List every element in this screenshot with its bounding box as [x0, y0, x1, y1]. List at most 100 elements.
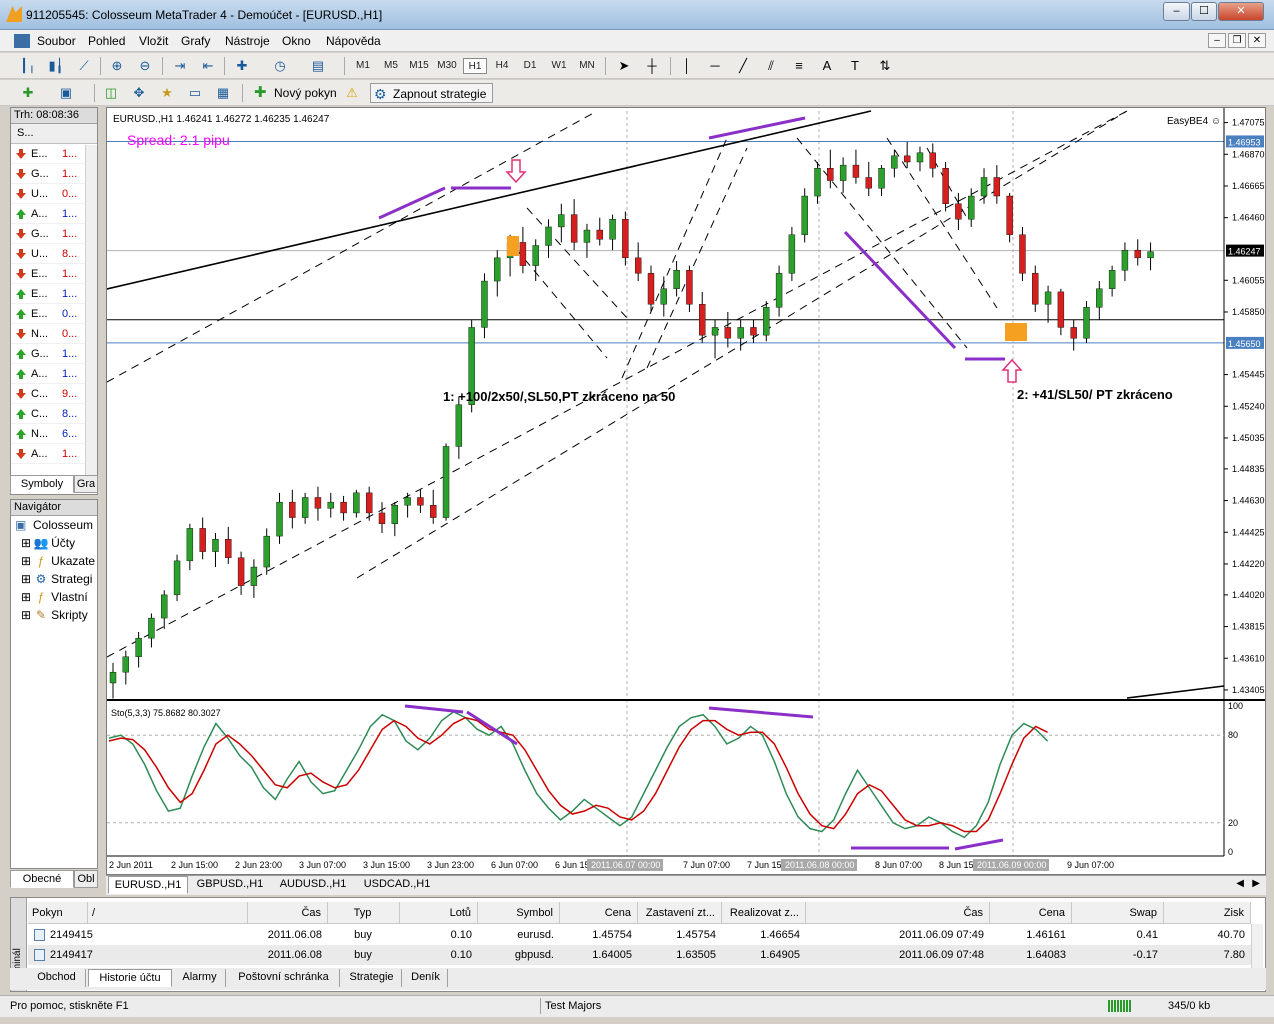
new-chart-icon[interactable]: ✚ [18, 84, 38, 102]
navigator-item[interactable]: ⊞ ⚙ Strategi [11, 570, 97, 588]
bar-chart-icon[interactable]: ┃╷ [18, 57, 38, 75]
menu-file[interactable]: Soubor [37, 34, 76, 48]
expand-icon[interactable]: ⊞ [21, 590, 31, 604]
terminal-tab[interactable]: Alarmy [174, 969, 226, 987]
menu-charts[interactable]: Grafy [181, 34, 210, 48]
chart-window[interactable]: EURUSD.,H1 1.46241 1.46272 1.46235 1.462… [106, 107, 1266, 875]
terminal-column-header[interactable]: Čas [248, 902, 328, 924]
equidistant-channel-icon[interactable]: ⫽ [761, 57, 781, 75]
line-chart-icon[interactable]: ⟋ [74, 57, 94, 75]
expand-icon[interactable]: ⊞ [21, 554, 31, 568]
navigator-item[interactable]: ⊞ ✎ Skripty [11, 606, 97, 624]
indicators-icon[interactable]: ✚ [232, 57, 252, 75]
terminal-icon[interactable]: ▭ [185, 84, 205, 102]
terminal-column-header[interactable]: / [88, 902, 248, 924]
cursor-icon[interactable]: ➤ [614, 57, 634, 75]
terminal-column-header[interactable]: Lotů [400, 902, 478, 924]
timeframe-m30[interactable]: M30 [434, 58, 460, 74]
price-chart[interactable]: EURUSD.,H1 1.46241 1.46272 1.46235 1.462… [106, 108, 1265, 874]
trendline-icon[interactable]: ╱ [733, 57, 753, 75]
timeframe-d1[interactable]: D1 [519, 58, 541, 74]
terminal-tab[interactable]: Historie účtu [88, 969, 172, 987]
navigator-item[interactable]: ⊞ 👥 Účty [11, 534, 97, 552]
text-icon[interactable]: A [817, 57, 837, 75]
menu-window[interactable]: Okno [282, 34, 311, 48]
terminal-column-header[interactable]: Symbol [478, 902, 560, 924]
terminal-tab[interactable]: Poštovní schránka [228, 969, 340, 987]
data-window-icon[interactable]: ✥ [129, 84, 149, 102]
menu-insert[interactable]: Vložit [139, 34, 168, 48]
menu-help[interactable]: Nápověda [326, 34, 381, 48]
maximize-button[interactable]: ☐ [1191, 2, 1217, 21]
navigator-item[interactable]: ⊞ ƒ Ukazate [11, 552, 97, 570]
new-order-button[interactable]: ✚ Nový pokyn [252, 83, 337, 103]
arrows-icon[interactable]: ⇅ [875, 57, 895, 75]
navigator-item[interactable]: ⊞ ƒ Vlastní [11, 588, 97, 606]
chart-shift-icon[interactable]: ⇤ [198, 57, 218, 75]
minimize-button[interactable]: – [1163, 2, 1190, 21]
terminal-column-header[interactable]: Cena [990, 902, 1072, 924]
terminal-column-header[interactable]: Zastavení zt... [638, 902, 722, 924]
terminal-column-header[interactable]: Swap [1072, 902, 1164, 924]
terminal-column-header[interactable]: Realizovat z... [722, 902, 806, 924]
mdi-minimize-button[interactable]: – [1208, 33, 1226, 48]
market-watch-column-symbol[interactable]: S... [11, 124, 97, 144]
menu-view[interactable]: Pohled [88, 34, 125, 48]
zoom-in-icon[interactable]: ⊕ [107, 57, 127, 75]
terminal-column-header[interactable]: Čas [806, 902, 990, 924]
chart-tab-eurusd[interactable]: EURUSD.,H1 [108, 876, 188, 894]
timeframe-h4[interactable]: H4 [491, 58, 513, 74]
tab-scroll-right-icon[interactable]: ▶ [1252, 878, 1260, 889]
timeframe-m1[interactable]: M1 [352, 58, 374, 74]
menu-tools[interactable]: Nástroje [225, 34, 270, 48]
expand-icon[interactable]: ⊞ [21, 608, 31, 622]
terminal-cell-ticket: 2149415 [50, 929, 93, 941]
profiles-icon[interactable]: ▣ [56, 84, 76, 102]
periods-icon[interactable]: ◷ [270, 57, 290, 75]
close-button[interactable]: ✕ [1218, 2, 1264, 21]
terminal-row[interactable]: 2149417 2011.06.08 23:31 buy 0.10 gbpusd. 1.6… [28, 945, 1251, 981]
terminal-column-header[interactable]: Typ [328, 902, 400, 924]
navigator-root[interactable]: ▣ Colosseum [11, 516, 97, 534]
timeframe-mn[interactable]: MN [575, 58, 599, 74]
strategy-tester-icon[interactable]: ▦ [213, 84, 233, 102]
market-watch-scrollbar[interactable] [85, 145, 97, 475]
timeframe-m15[interactable]: M15 [406, 58, 432, 74]
horizontal-line-icon[interactable]: ─ [705, 57, 725, 75]
chart-tab-gbpusd[interactable]: GBPUSD.,H1 [190, 876, 270, 894]
terminal-scrollbar[interactable] [1251, 924, 1263, 968]
navigator-icon[interactable]: ★ [157, 84, 177, 102]
chart-tab-audusd[interactable]: AUDUSD.,H1 [272, 876, 354, 894]
terminal-tab[interactable]: Strategie [342, 969, 402, 987]
timeframe-m5[interactable]: M5 [380, 58, 402, 74]
tab-favorites[interactable]: Obl [74, 870, 98, 888]
zoom-out-icon[interactable]: ⊖ [135, 57, 155, 75]
market-watch-icon[interactable]: ◫ [101, 84, 121, 102]
templates-icon[interactable]: ▤ [308, 57, 328, 75]
timeframe-w1[interactable]: W1 [547, 58, 571, 74]
mdi-restore-button[interactable]: ❐ [1228, 33, 1246, 48]
tab-common[interactable]: Obecné [10, 870, 74, 888]
tab-scroll-left-icon[interactable]: ◀ [1236, 878, 1244, 889]
terminal-tab[interactable]: Obchod [28, 969, 86, 987]
fibonacci-icon[interactable]: ≡ [789, 57, 809, 75]
mdi-close-button[interactable]: ✕ [1248, 33, 1266, 48]
crosshair-icon[interactable]: ┼ [642, 57, 662, 75]
alert-icon[interactable]: ⚠ [342, 84, 362, 102]
tab-symbols[interactable]: Symboly [10, 475, 74, 493]
toggle-strategies-button[interactable]: ⚙ Zapnout strategie [370, 83, 494, 103]
tab-tick-chart[interactable]: Gra [74, 475, 98, 493]
expand-icon[interactable]: ⊞ [21, 536, 31, 550]
terminal-tab[interactable]: Deník [404, 969, 448, 987]
terminal-column-header[interactable]: Cena [560, 902, 638, 924]
terminal-row[interactable]: 2149415 2011.06.08 23:28 buy 0.10 eurusd. 1.4… [28, 925, 1251, 961]
candlestick-chart-icon[interactable]: ▮╽ [46, 57, 66, 75]
terminal-column-header[interactable]: Zisk [1164, 902, 1251, 924]
terminal-column-header[interactable]: Pokyn [28, 902, 88, 924]
timeframe-h1[interactable]: H1 [463, 58, 487, 74]
expand-icon[interactable]: ⊞ [21, 572, 31, 586]
vertical-line-icon[interactable]: │ [677, 57, 697, 75]
text-label-icon[interactable]: T [845, 57, 865, 75]
auto-scroll-icon[interactable]: ⇥ [170, 57, 190, 75]
chart-tab-usdcad[interactable]: USDCAD.,H1 [356, 876, 438, 894]
